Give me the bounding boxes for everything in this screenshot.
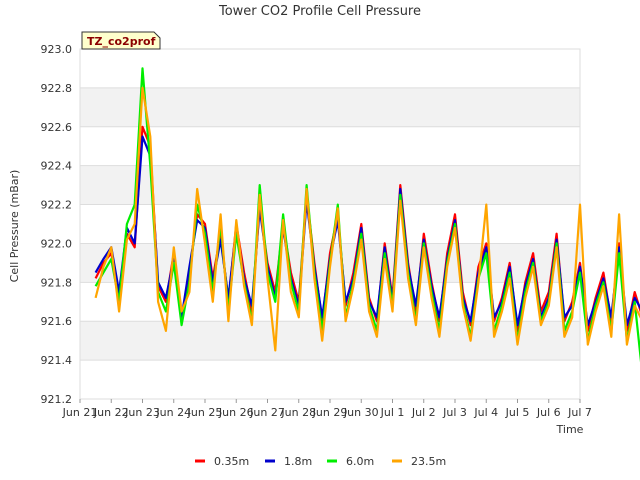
x-tick-label-2: Jun 23 xyxy=(124,406,160,419)
legend-label-1.8m: 1.8m xyxy=(284,455,312,468)
x-tick-label-1: Jun 22 xyxy=(93,406,129,419)
y-tick-label-6: 922.4 xyxy=(41,160,73,173)
y-tick-label-4: 922.0 xyxy=(41,237,73,250)
x-tick-label-13: Jul 4 xyxy=(473,406,498,419)
y-axis-title: Cell Pressure (mBar) xyxy=(8,170,21,283)
y-tick-label-3: 921.8 xyxy=(41,276,73,289)
x-tick-label-15: Jul 6 xyxy=(536,406,561,419)
legend: 0.35m 1.8m 6.0m 23.5m xyxy=(195,455,446,468)
legend-label-23.5m: 23.5m xyxy=(411,455,446,468)
band-7 xyxy=(80,87,580,127)
x-tick-label-9: Jun 30 xyxy=(343,406,379,419)
x-tick-label-10: Jul 1 xyxy=(380,406,405,419)
x-tick-label-5: Jun 26 xyxy=(218,406,254,419)
x-tick-label-6: Jun 27 xyxy=(249,406,285,419)
chart-canvas: 921.2 921.4 921.6 921.8 922.0 922.2 922.4 922.6… xyxy=(8,4,640,468)
x-tick-label-0: Jun 21 xyxy=(62,406,98,419)
x-tick-label-14: Jul 5 xyxy=(505,406,530,419)
x-tick-label-4: Jun 25 xyxy=(187,406,223,419)
y-tick-label-5: 922.2 xyxy=(41,199,73,212)
x-axis-ticks: Jun 21Jun 22Jun 23Jun 24Jun 25Jun 26Jun … xyxy=(62,399,592,419)
y-tick-label-8: 922.8 xyxy=(41,82,73,95)
legend-label-0.35m: 0.35m xyxy=(214,455,249,468)
site-badge: TZ_co2prof xyxy=(81,31,161,50)
x-tick-label-11: Jul 2 xyxy=(411,406,436,419)
series-line-23.5m xyxy=(94,86,640,352)
band-1 xyxy=(80,321,580,361)
badge-label: TZ_co2prof xyxy=(87,35,156,48)
y-tick-label-2: 921.6 xyxy=(41,315,73,328)
x-tick-label-16: Jul 7 xyxy=(567,406,592,419)
x-tick-label-12: Jul 3 xyxy=(442,406,467,419)
x-tick-label-8: Jun 29 xyxy=(312,406,348,419)
y-tick-label-9: 923.0 xyxy=(41,43,73,56)
y-tick-label-1: 921.4 xyxy=(41,354,73,367)
y-axis-ticks: 921.2 921.4 921.6 921.8 922.0 922.2 922.4 922.6… xyxy=(41,43,73,406)
y-tick-label-7: 922.6 xyxy=(41,121,73,134)
x-tick-label-7: Jun 28 xyxy=(280,406,316,419)
y-tick-label-0: 921.2 xyxy=(41,393,73,406)
band-5 xyxy=(80,165,580,205)
x-tick-label-3: Jun 24 xyxy=(155,406,191,419)
chart-title: Tower CO2 Profile Cell Pressure xyxy=(218,4,421,19)
x-axis-title: Time xyxy=(556,423,584,436)
legend-label-6.0m: 6.0m xyxy=(346,455,374,468)
